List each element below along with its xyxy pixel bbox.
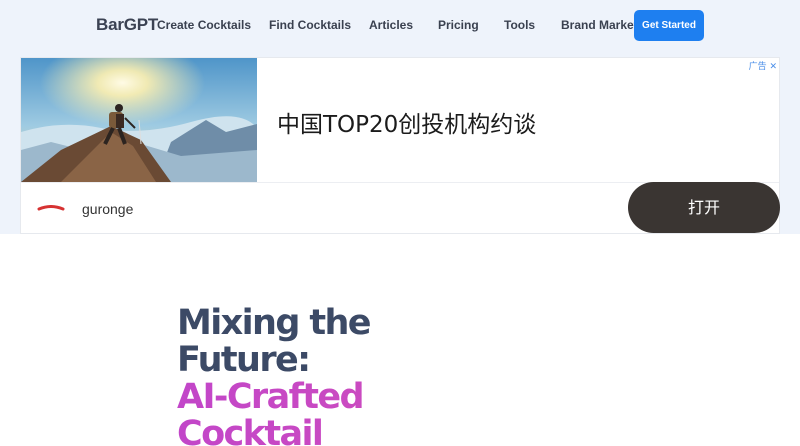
nav-tools[interactable]: Tools — [504, 18, 535, 32]
ad-close-icon[interactable]: 广告 ✕ — [749, 59, 777, 72]
ad-brand-name[interactable]: guronge — [82, 201, 133, 217]
brand-logo-icon — [37, 204, 65, 222]
top-navigation: BarGPT Create Cocktails Find Cocktails A… — [0, 0, 800, 52]
site-logo[interactable]: BarGPT — [96, 15, 158, 35]
nav-brand-marketing-wrapper: Brand Marketing — [561, 14, 635, 36]
nav-find-cocktails[interactable]: Find Cocktails — [269, 18, 351, 32]
advertisement[interactable]: 中国TOP20创投机构约谈 广告 ✕ guronge 打开 — [20, 57, 780, 234]
hero-heading: Mixing the Future: AI-Crafted Cocktail — [177, 305, 577, 446]
hero-line-4: Cocktail — [177, 416, 577, 446]
ad-headline[interactable]: 中国TOP20创投机构约谈 — [277, 105, 536, 139]
nav-create-cocktails[interactable]: Create Cocktails — [157, 18, 251, 32]
hero-line-3: AI-Crafted — [177, 379, 577, 416]
ad-open-button[interactable]: 打开 — [628, 182, 780, 233]
mountain-hiker-illustration — [21, 58, 257, 182]
nav-articles[interactable]: Articles — [369, 18, 413, 32]
nav-pricing[interactable]: Pricing — [438, 18, 479, 32]
hero-line-2: Future: — [177, 340, 311, 380]
nav-brand-marketing[interactable]: Brand Marketing — [561, 18, 635, 32]
hero-line-1: Mixing the — [177, 303, 372, 343]
ad-image[interactable] — [21, 58, 257, 182]
get-started-button[interactable]: Get Started — [634, 10, 704, 41]
